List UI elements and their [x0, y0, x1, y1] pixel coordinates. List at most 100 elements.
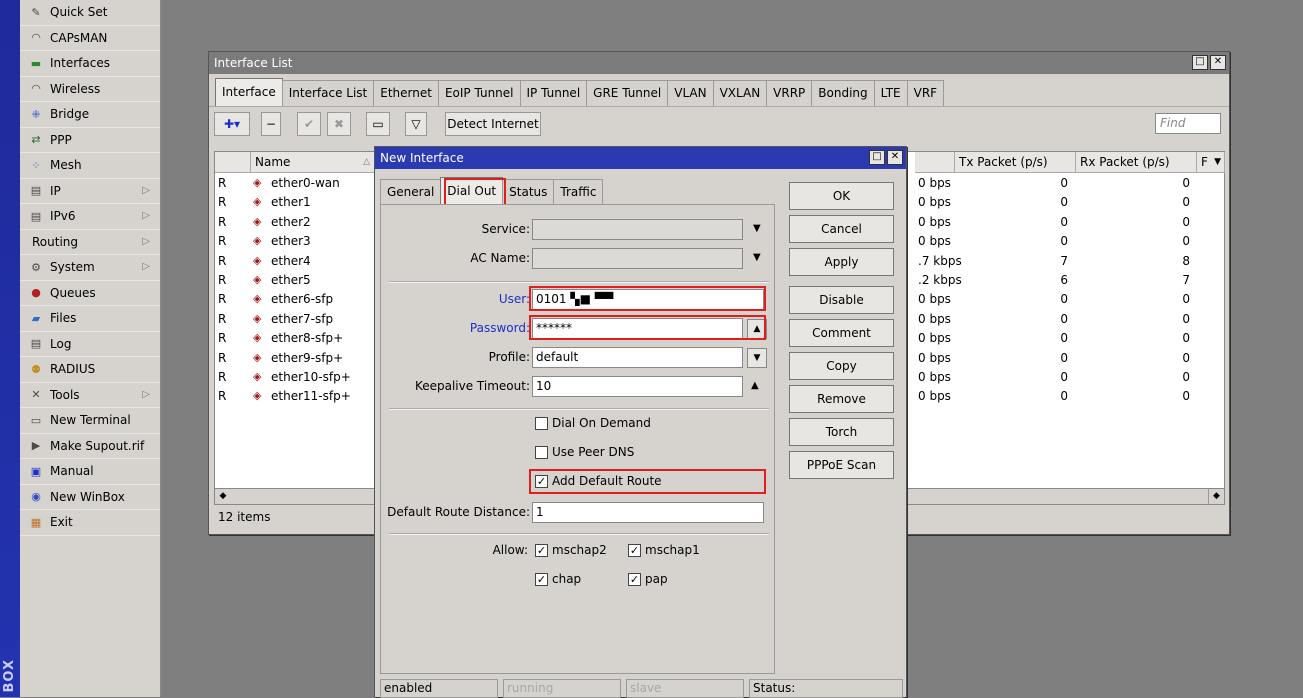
tab-ethernet[interactable]: Ethernet	[373, 80, 439, 106]
sidebar-item-ppp[interactable]: ⇄ PPP	[20, 128, 160, 153]
keepalive-collapse-icon[interactable]: ▲	[751, 380, 759, 391]
comment-button[interactable]: Comment	[789, 319, 894, 347]
sidebar-item-mesh[interactable]: ⁘ Mesh	[20, 153, 160, 179]
pap-checkbox[interactable]: ✓ pap	[628, 572, 668, 586]
ac-name-select[interactable]	[532, 248, 743, 269]
tab-ip-tunnel[interactable]: IP Tunnel	[519, 80, 588, 106]
use-peer-dns-checkbox[interactable]: Use Peer DNS	[535, 445, 634, 459]
mschap2-checkbox[interactable]: ✓ mschap2	[535, 543, 607, 557]
sidebar-item-exit[interactable]: ▦ Exit	[20, 510, 160, 536]
apply-button[interactable]: Apply	[789, 248, 894, 276]
add-button[interactable]: ✚▾	[214, 112, 250, 136]
sidebar-item-system[interactable]: ⚙ System ▷	[20, 255, 160, 281]
row-flag: R	[218, 253, 227, 268]
queues-icon: ●	[31, 286, 41, 300]
tab-eoip-tunnel[interactable]: EoIP Tunnel	[437, 80, 521, 106]
copy-button[interactable]: Copy	[789, 352, 894, 380]
cancel-button[interactable]: Cancel	[789, 215, 894, 243]
column-flags[interactable]	[215, 152, 251, 173]
ethernet-icon: ◈	[253, 350, 262, 364]
dialog-title-bar[interactable]: New Interface □ ✕	[375, 147, 906, 169]
tab-gre-tunnel[interactable]: GRE Tunnel	[586, 80, 669, 106]
ip-icon: ▤	[30, 184, 42, 198]
window-title-bar[interactable]: Interface List □ ✕	[209, 52, 1229, 74]
comment-button[interactable]: ▭	[366, 112, 390, 136]
sidebar-item-label: Files	[50, 311, 77, 326]
checkbox-box[interactable]: ✓	[535, 572, 548, 586]
sidebar-item-files[interactable]: ▰ Files	[20, 306, 160, 332]
checkbox-box[interactable]: ✓	[628, 572, 641, 586]
disable-button[interactable]: ✖	[327, 112, 351, 136]
tab-traffic[interactable]: Traffic	[553, 179, 604, 205]
row-rx-packet: 0	[1182, 389, 1190, 404]
sidebar-item-queues[interactable]: ● Queues	[20, 281, 160, 306]
sidebar-item-routing[interactable]: Routing ▷	[20, 230, 160, 255]
sidebar-item-new-winbox[interactable]: ◉ New WinBox	[20, 485, 160, 510]
sidebar-item-new-terminal[interactable]: ▭ New Terminal	[20, 408, 160, 434]
tab-lte[interactable]: LTE	[873, 80, 908, 106]
column-tx-rate[interactable]	[915, 152, 955, 173]
sidebar-item-ipv6[interactable]: ▤ IPv6 ▷	[20, 204, 160, 230]
ethernet-icon: ◈	[253, 214, 262, 228]
column-tx-packet[interactable]: Tx Packet (p/s)	[955, 152, 1076, 173]
sidebar-item-bridge[interactable]: ⁜ Bridge	[20, 102, 160, 128]
column-f[interactable]: F ▼	[1197, 152, 1225, 173]
enable-button[interactable]: ✔	[297, 112, 321, 136]
sidebar-item-wireless[interactable]: ◠ Wireless	[20, 77, 160, 102]
sidebar-item-tools[interactable]: ✕ Tools ▷	[20, 383, 160, 408]
checkbox-box[interactable]: ✓	[535, 543, 548, 557]
maximize-icon[interactable]: □	[1192, 55, 1208, 70]
row-name: ether7-sfp	[271, 311, 334, 326]
detect-internet-button[interactable]: Detect Internet	[445, 112, 541, 136]
sidebar-item-manual[interactable]: ▣ Manual	[20, 459, 160, 485]
close-icon[interactable]: ✕	[1210, 55, 1226, 70]
tab-vrf[interactable]: VRF	[906, 80, 945, 106]
sidebar-item-log[interactable]: ▤ Log	[20, 332, 160, 357]
column-rx-packet[interactable]: Rx Packet (p/s)	[1076, 152, 1197, 173]
tab-vxlan[interactable]: VXLAN	[712, 80, 768, 106]
sidebar-item-ip[interactable]: ▤ IP ▷	[20, 179, 160, 204]
row-rx-packet: 0	[1182, 176, 1190, 190]
mschap1-checkbox[interactable]: ✓ mschap1	[628, 543, 700, 557]
remove-button[interactable]: Remove	[789, 385, 894, 413]
tab-interface[interactable]: Interface	[215, 78, 283, 106]
sidebar-item-label: Wireless	[50, 81, 101, 96]
service-select[interactable]	[532, 219, 743, 240]
tab-vlan[interactable]: VLAN	[667, 80, 714, 106]
tab-status[interactable]: Status	[502, 179, 555, 205]
keepalive-input[interactable]: 10	[532, 376, 743, 397]
dropdown-arrow-icon[interactable]: ▼	[753, 252, 761, 263]
remove-button[interactable]: −	[261, 112, 281, 136]
torch-button[interactable]: Torch	[789, 418, 894, 446]
filter-button[interactable]: ▽	[405, 112, 427, 136]
chap-checkbox[interactable]: ✓ chap	[535, 572, 581, 586]
exit-icon: ▦	[30, 515, 42, 529]
close-icon[interactable]: ✕	[887, 150, 903, 165]
disable-button[interactable]: Disable	[789, 286, 894, 314]
default-route-distance-input[interactable]: 1	[532, 502, 764, 523]
profile-dropdown-icon[interactable]: ▼	[747, 348, 767, 368]
ok-button[interactable]: OK	[789, 182, 894, 210]
sidebar-item-capsman[interactable]: ◠ CAPsMAN	[20, 26, 160, 51]
maximize-icon[interactable]: □	[869, 150, 885, 165]
checkbox-box[interactable]	[535, 416, 548, 430]
sidebar-item-make-supout-rif[interactable]: ▶ Make Supout.rif	[20, 434, 160, 459]
profile-select[interactable]: default	[532, 347, 743, 368]
dial-on-demand-checkbox[interactable]: Dial On Demand	[535, 416, 651, 430]
pppoe-scan-button[interactable]: PPPoE Scan	[789, 451, 894, 479]
tab-vrrp[interactable]: VRRP	[766, 80, 813, 106]
tab-bonding[interactable]: Bonding	[811, 80, 875, 106]
scroll-left-icon[interactable]: ◆	[215, 489, 231, 504]
sidebar-item-interfaces[interactable]: ▬ Interfaces	[20, 51, 160, 77]
find-input[interactable]: Find	[1155, 113, 1221, 134]
scroll-right-icon[interactable]: ◆	[1208, 489, 1224, 504]
brand-text: BOX	[2, 659, 17, 693]
dropdown-arrow-icon[interactable]: ▼	[753, 223, 761, 234]
checkbox-box[interactable]: ✓	[628, 543, 641, 557]
checkbox-box[interactable]	[535, 445, 548, 459]
sidebar-item-radius[interactable]: ⚉ RADIUS	[20, 357, 160, 383]
tab-general[interactable]: General	[380, 179, 442, 205]
sidebar-item-quick-set[interactable]: ✎ Quick Set	[20, 0, 160, 26]
tab-interface-list[interactable]: Interface List	[281, 80, 375, 106]
column-name[interactable]: Name △	[251, 152, 377, 173]
